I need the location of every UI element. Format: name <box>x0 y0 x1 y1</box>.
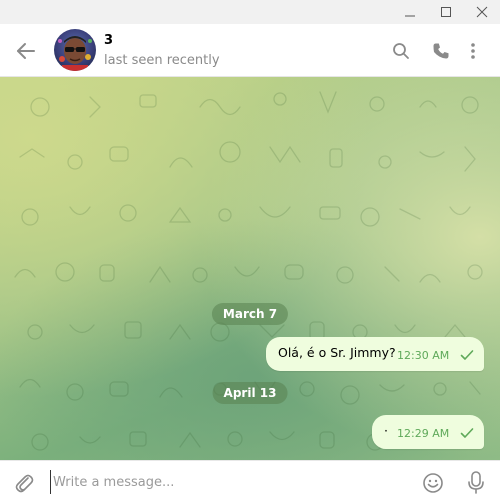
emoji-icon <box>423 473 443 493</box>
maximize-icon <box>441 7 451 17</box>
chat-history[interactable]: March 7 Olá, é o Sr. Jimmy? 12:30 AM Apr… <box>0 77 500 460</box>
phone-icon <box>433 43 449 59</box>
telegram-window: 3 last seen recently March 7 Olá, é o Sr… <box>0 0 500 504</box>
more-button[interactable] <box>460 38 486 64</box>
microphone-icon <box>468 471 484 494</box>
avatar-photo <box>54 29 96 71</box>
chat-title[interactable]: 3 <box>104 33 113 48</box>
title-bar <box>0 0 500 24</box>
minimize-button[interactable] <box>390 0 430 24</box>
search-button[interactable] <box>388 38 414 64</box>
emoji-button[interactable] <box>419 469 447 497</box>
message-time: 12:29 AM <box>397 427 450 440</box>
chat-status: last seen recently <box>104 53 220 68</box>
attach-button[interactable] <box>10 469 38 497</box>
date-separator: April 13 <box>212 382 288 404</box>
message-input[interactable] <box>50 470 403 494</box>
voice-message-button[interactable] <box>462 469 490 497</box>
call-button[interactable] <box>428 38 454 64</box>
message-text: Olá, é o Sr. Jimmy? <box>278 345 396 360</box>
close-icon <box>476 6 488 18</box>
sent-check-icon <box>460 350 474 360</box>
maximize-button[interactable] <box>426 0 466 24</box>
message-bubble[interactable]: · 12:29 AM <box>372 415 484 449</box>
sent-check-icon <box>460 428 474 438</box>
paperclip-icon <box>15 474 34 493</box>
message-text: · <box>384 423 388 438</box>
back-button[interactable] <box>12 37 40 65</box>
back-arrow-icon <box>17 43 35 59</box>
chat-header: 3 last seen recently <box>0 24 500 77</box>
message-composer <box>0 460 500 504</box>
search-icon <box>393 43 409 59</box>
message-bubble[interactable]: Olá, é o Sr. Jimmy? 12:30 AM <box>266 337 484 371</box>
avatar[interactable] <box>54 29 96 71</box>
minimize-icon <box>405 15 415 17</box>
message-time: 12:30 AM <box>397 349 450 362</box>
close-button[interactable] <box>462 0 500 24</box>
more-vertical-icon <box>471 43 475 59</box>
date-separator: March 7 <box>211 303 289 325</box>
